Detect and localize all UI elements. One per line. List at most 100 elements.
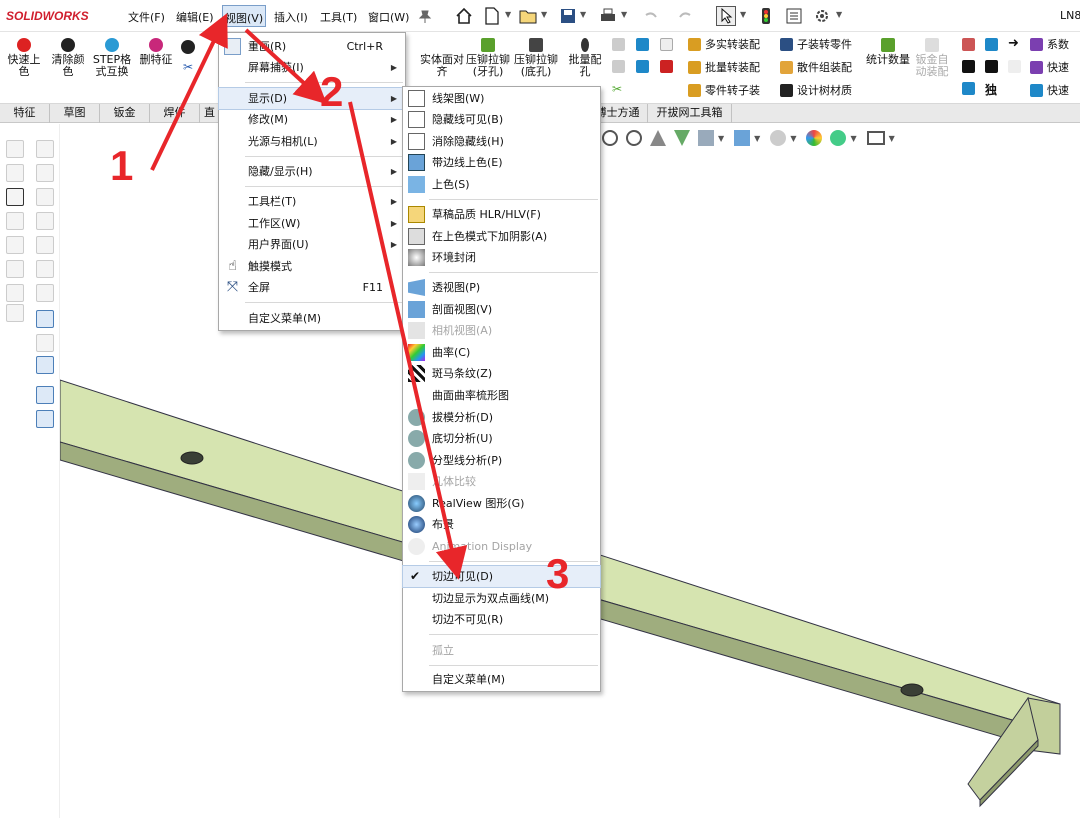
tool-icon[interactable]: [1008, 60, 1021, 73]
menu-item-hidden-lines-visible[interactable]: 隐藏线可见(B): [403, 109, 600, 130]
open-folder-icon[interactable]: [518, 6, 538, 26]
menu-item-compare-bodies[interactable]: 几体比较: [403, 471, 600, 492]
menu-item-zebra-stripes[interactable]: 斑马条纹(Z): [403, 363, 600, 384]
print-icon[interactable]: [598, 6, 618, 26]
batch-hole-button[interactable]: 批量配孔: [564, 38, 606, 78]
tool-icon[interactable]: [962, 60, 975, 73]
menu-item-lights-cameras[interactable]: 光源与相机(L) ▶: [219, 131, 405, 152]
appearance-icon[interactable]: [806, 130, 823, 146]
batch-to-assembly-button[interactable]: 批量转装配: [688, 59, 760, 75]
small-tool-icon[interactable]: [612, 38, 625, 51]
section-view-icon[interactable]: [674, 130, 690, 146]
chevron-down-icon[interactable]: ▼: [850, 134, 856, 143]
menu-item-shaded[interactable]: 上色(S): [403, 174, 600, 195]
scissors-icon[interactable]: ✂: [612, 82, 622, 96]
scene-icon[interactable]: [830, 130, 847, 146]
menu-item-undercut-analysis[interactable]: 底切分析(U): [403, 428, 600, 449]
quick-color-button[interactable]: 快速上色: [4, 38, 44, 78]
menu-item-toolbars[interactable]: 工具栏(T) ▶: [219, 191, 405, 212]
previous-view-icon[interactable]: [650, 130, 666, 146]
tool-icon[interactable]: [985, 60, 998, 73]
menu-item-fullscreen[interactable]: ⤧ 全屏 F11: [219, 277, 405, 298]
menu-item-shaded-with-edges[interactable]: 带边线上色(E): [403, 152, 600, 173]
menu-item-tangent-edges-visible[interactable]: ✔ 切边可见(D): [402, 565, 601, 588]
tab-sheetmetal[interactable]: 钣金: [100, 104, 150, 123]
chevron-down-icon[interactable]: ▼: [790, 134, 796, 143]
chevron-down-icon[interactable]: ▼: [541, 10, 547, 19]
copy-tool-icon[interactable]: [36, 386, 54, 404]
menu-item-hide-show[interactable]: 隐藏/显示(H) ▶: [219, 161, 405, 182]
menu-item-draft-quality[interactable]: 草稿品质 HLR/HLV(F): [403, 204, 600, 225]
pin-icon[interactable]: [415, 6, 435, 26]
menu-item-isolate[interactable]: 孤立: [403, 640, 600, 661]
tool-icon[interactable]: [36, 260, 54, 278]
red-tool-icon[interactable]: [660, 60, 673, 73]
step-convert-button[interactable]: STEP格式互换: [92, 38, 132, 78]
chevron-down-icon[interactable]: ▼: [580, 10, 586, 19]
arrow-right-icon[interactable]: ➜: [1008, 36, 1019, 51]
delete-feature-button[interactable]: 删特征: [136, 38, 176, 66]
home-icon[interactable]: [454, 6, 474, 26]
count-quantity-button[interactable]: 统计数量: [866, 38, 910, 66]
rivet-base-button[interactable]: 压铆拉铆(底孔): [514, 38, 558, 78]
tab-direct[interactable]: 直: [200, 104, 220, 123]
monitor-icon[interactable]: [866, 131, 885, 145]
face-align-button[interactable]: 实体面对齐: [420, 54, 464, 78]
tool-icon[interactable]: [6, 236, 24, 254]
tool-icon[interactable]: [36, 334, 54, 352]
chevron-down-icon[interactable]: ▼: [740, 10, 746, 19]
multi-body-to-assembly-button[interactable]: 多实转装配: [688, 36, 760, 52]
file-properties-icon[interactable]: [784, 6, 804, 26]
tool-icon[interactable]: [36, 284, 54, 302]
menu-window[interactable]: 窗口(W): [368, 9, 409, 25]
menu-edit[interactable]: 编辑(E): [176, 9, 214, 25]
unique-button[interactable]: 独: [985, 81, 997, 98]
gear-icon[interactable]: [812, 6, 832, 26]
chevron-down-icon[interactable]: ▼: [718, 134, 724, 143]
chevron-down-icon[interactable]: ▼: [505, 10, 511, 19]
tool-icon[interactable]: [6, 212, 24, 230]
menu-file[interactable]: 文件(F): [128, 9, 165, 25]
chevron-down-icon[interactable]: ▼: [889, 134, 895, 143]
tab-features[interactable]: 特征: [0, 104, 50, 123]
menu-item-workspace[interactable]: 工作区(W) ▶: [219, 213, 405, 234]
hide-show-icon[interactable]: [770, 130, 787, 146]
tab-weldments[interactable]: 焊件: [150, 104, 200, 123]
menu-item-curvature[interactable]: 曲率(C): [403, 342, 600, 363]
copy-tool-icon[interactable]: [36, 410, 54, 428]
zoom-area-icon[interactable]: [626, 130, 642, 146]
tool-icon[interactable]: [6, 140, 24, 158]
menu-item-parting-line-analysis[interactable]: 分型线分析(P): [403, 450, 600, 471]
tool-icon[interactable]: [36, 236, 54, 254]
blue-tool-icon[interactable]: [636, 60, 649, 73]
menu-item-realview[interactable]: RealView 图形(G): [403, 493, 600, 514]
menu-item-camera-view[interactable]: 相机视图(A): [403, 320, 600, 341]
tab-kaibawang[interactable]: 开拔网工具箱: [648, 104, 732, 123]
menu-insert[interactable]: 插入(I): [274, 9, 308, 25]
menu-view[interactable]: 视图(V): [222, 5, 267, 27]
tab-sketch[interactable]: 草图: [50, 104, 100, 123]
select-tool-icon[interactable]: [36, 310, 54, 328]
tool-icon[interactable]: [181, 40, 195, 54]
menu-item-touch-mode[interactable]: ☝ 触摸模式: [219, 256, 405, 277]
new-document-icon[interactable]: [482, 6, 502, 26]
subassembly-to-part-button[interactable]: 子装转零件: [780, 36, 852, 52]
menu-item-screen-capture[interactable]: 屏幕捕获(I) ▶: [219, 57, 405, 78]
chevron-down-icon[interactable]: ▼: [836, 10, 842, 19]
tool-icon[interactable]: [985, 38, 998, 51]
text-tool-icon[interactable]: [6, 188, 24, 206]
tool-icon[interactable]: [36, 188, 54, 206]
menu-item-modify[interactable]: 修改(M) ▶: [219, 109, 405, 130]
tool-icon[interactable]: [6, 284, 24, 302]
menu-item-curvature-comb[interactable]: 曲面曲率梳形图: [403, 385, 600, 406]
blue-tool-icon[interactable]: [636, 38, 649, 51]
clear-color-button[interactable]: 清除颜色: [48, 38, 88, 78]
sheetmetal-auto-assembly-button[interactable]: 钣金自动装配: [912, 38, 952, 78]
traffic-light-icon[interactable]: [756, 6, 776, 26]
menu-item-scene[interactable]: 布景: [403, 514, 600, 535]
small-tool-icon[interactable]: [612, 60, 625, 73]
menu-item-animation-display[interactable]: Animation Display: [403, 536, 600, 557]
part-to-subassembly-button[interactable]: 零件转子装: [688, 82, 760, 98]
chevron-down-icon[interactable]: ▼: [754, 134, 760, 143]
save-icon[interactable]: [558, 6, 578, 26]
